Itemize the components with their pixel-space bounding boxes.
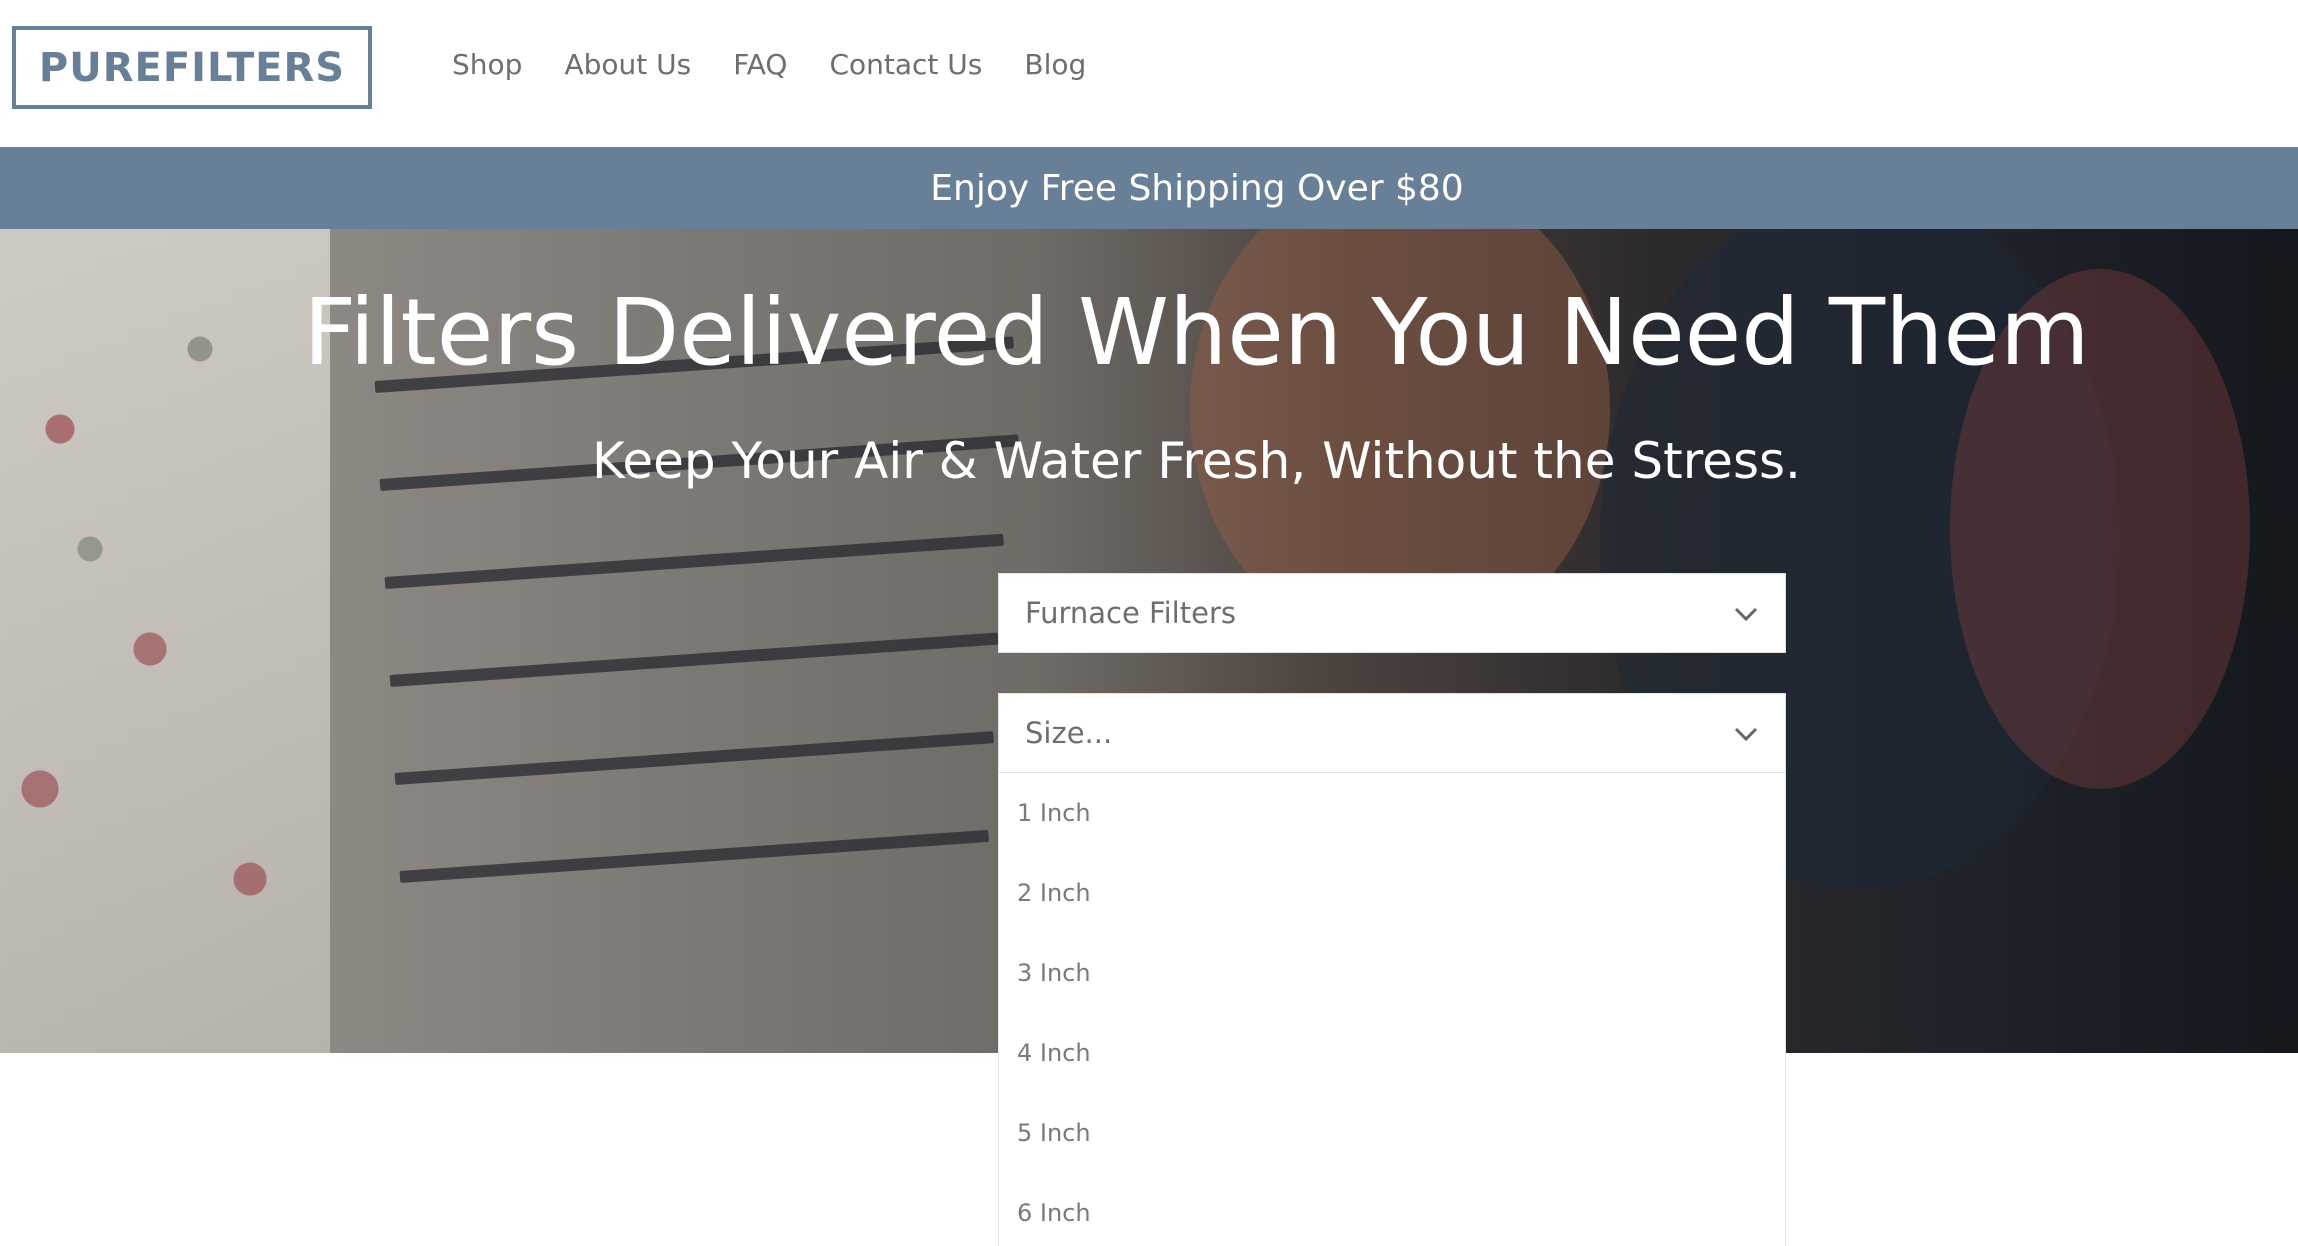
hero-background-slat bbox=[394, 731, 994, 785]
size-select[interactable]: Size... bbox=[998, 693, 1786, 773]
announcement-bar: Enjoy Free Shipping Over $80 bbox=[0, 147, 2298, 229]
nav-contact-us[interactable]: Contact Us bbox=[829, 48, 982, 81]
nav-faq[interactable]: FAQ bbox=[733, 48, 787, 81]
site-header: PUREFILTERS Shop About Us FAQ Contact Us… bbox=[0, 0, 2298, 147]
hero-background-slat bbox=[389, 632, 999, 687]
logo[interactable]: PUREFILTERS bbox=[12, 26, 372, 109]
size-option[interactable]: 5 Inch bbox=[1017, 1119, 1091, 1147]
filter-type-select-value: Furnace Filters bbox=[1025, 596, 1236, 630]
size-option[interactable]: 4 Inch bbox=[1017, 1039, 1091, 1067]
size-option[interactable]: 1 Inch bbox=[1017, 799, 1091, 827]
size-select-placeholder: Size... bbox=[1025, 716, 1113, 750]
hero-subtitle: Keep Your Air & Water Fresh, Without the… bbox=[592, 432, 1801, 490]
filter-type-select[interactable]: Furnace Filters bbox=[998, 573, 1786, 653]
hero-title: Filters Delivered When You Need Them bbox=[303, 279, 2090, 386]
announcement-text: Enjoy Free Shipping Over $80 bbox=[930, 167, 1464, 209]
size-option[interactable]: 2 Inch bbox=[1017, 879, 1091, 907]
chevron-down-icon bbox=[1734, 727, 1758, 742]
nav-shop[interactable]: Shop bbox=[452, 48, 522, 81]
hero-background-slat bbox=[399, 829, 989, 883]
size-option[interactable]: 6 Inch bbox=[1017, 1199, 1091, 1227]
nav-about-us[interactable]: About Us bbox=[564, 48, 691, 81]
chevron-down-icon bbox=[1734, 607, 1758, 622]
size-option[interactable]: 3 Inch bbox=[1017, 959, 1091, 987]
size-dropdown-list: 1 Inch 2 Inch 3 Inch 4 Inch 5 Inch 6 Inc… bbox=[998, 773, 1786, 1246]
main-nav: Shop About Us FAQ Contact Us Blog bbox=[452, 48, 1086, 81]
nav-blog[interactable]: Blog bbox=[1024, 48, 1086, 81]
hero-background-slat bbox=[384, 533, 1004, 589]
